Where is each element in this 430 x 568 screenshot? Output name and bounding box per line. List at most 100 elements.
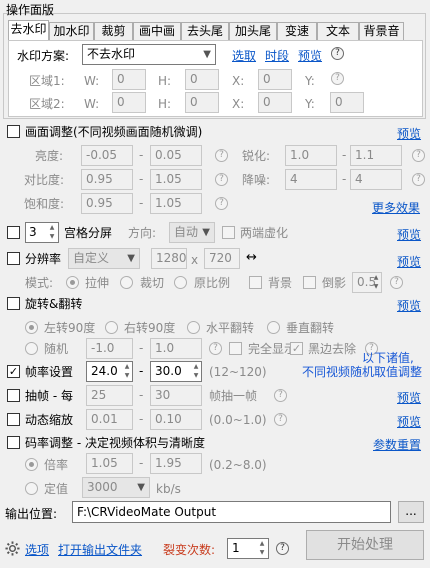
denoise-min-input[interactable]: 4 xyxy=(285,169,337,190)
help-icon[interactable]: ? xyxy=(215,197,228,210)
rotate-right-radio[interactable] xyxy=(105,321,118,334)
extract-a-input[interactable]: 25 xyxy=(86,385,133,406)
sharpen-max-input[interactable]: 1.1 xyxy=(350,145,402,166)
tab-bgm[interactable]: 背景音 xyxy=(359,22,404,41)
tab-remove-watermark[interactable]: 去水印 xyxy=(8,20,49,41)
extract-checkbox[interactable] xyxy=(7,389,20,402)
help-icon[interactable]: ? xyxy=(274,413,287,426)
tab-speed[interactable]: 变速 xyxy=(277,22,317,41)
denoise-max-input[interactable]: 4 xyxy=(350,169,402,190)
output-path-input[interactable]: F:\CRVideoMate Output xyxy=(72,501,391,523)
framerate-min-stepper[interactable]: 24.0 ▲ ▼ xyxy=(86,361,133,382)
extract-preview-link[interactable]: 预览 xyxy=(397,391,421,405)
sharpen-min-input[interactable]: 1.0 xyxy=(285,145,337,166)
help-icon[interactable]: ? xyxy=(412,173,425,186)
region1-w-input[interactable]: 0 xyxy=(112,69,146,90)
help-icon[interactable]: ? xyxy=(276,542,289,555)
tab-pip[interactable]: 画中画 xyxy=(133,22,181,41)
stretch-radio[interactable] xyxy=(66,276,79,289)
full-display-checkbox[interactable] xyxy=(229,342,242,355)
start-button[interactable]: 开始处理 xyxy=(306,530,424,560)
spin-up-icon[interactable]: ▲ xyxy=(371,273,381,282)
resolution-height-input[interactable]: 720 xyxy=(204,248,240,269)
help-icon[interactable]: ? xyxy=(274,389,287,402)
spin-down-icon[interactable]: ▼ xyxy=(47,232,57,241)
rotate-checkbox[interactable] xyxy=(7,297,20,310)
reset-params-link[interactable]: 参数重置 xyxy=(373,438,421,452)
help-icon[interactable]: ? xyxy=(215,173,228,186)
background-checkbox[interactable] xyxy=(249,276,262,289)
bitrate-checkbox[interactable] xyxy=(7,436,20,449)
preview-link[interactable]: 预览 xyxy=(298,49,322,63)
shadow-checkbox[interactable] xyxy=(303,276,316,289)
blur-checkbox[interactable] xyxy=(222,226,235,239)
spin-up-icon[interactable]: ▲ xyxy=(47,223,57,232)
help-icon[interactable]: ? xyxy=(412,149,425,162)
spin-down-icon[interactable]: ▼ xyxy=(122,371,132,380)
tab-trim-ends[interactable]: 去头尾 xyxy=(181,22,229,41)
random-radio[interactable] xyxy=(25,342,38,355)
grid-checkbox[interactable] xyxy=(7,226,20,239)
brightness-max-input[interactable]: 0.05 xyxy=(150,145,202,166)
framerate-checkbox[interactable]: ✓ xyxy=(7,365,20,378)
zoom-min-input[interactable]: 0.01 xyxy=(86,409,133,430)
region2-y-input[interactable]: 0 xyxy=(330,92,364,113)
more-effects-link[interactable]: 更多效果 xyxy=(372,201,420,215)
times-min-input[interactable]: 1.05 xyxy=(86,453,133,474)
saturation-max-input[interactable]: 1.05 xyxy=(150,193,202,214)
select-link[interactable]: 选取 xyxy=(232,49,256,63)
extract-b-input[interactable]: 30 xyxy=(150,385,202,406)
hflip-radio[interactable] xyxy=(187,321,200,334)
adjust-preview-link[interactable]: 预览 xyxy=(397,127,421,141)
region2-h-input[interactable]: 0 xyxy=(185,92,219,113)
region2-w-input[interactable]: 0 xyxy=(112,92,146,113)
random-max-input[interactable]: 1.0 xyxy=(150,338,202,359)
black-edge-checkbox[interactable]: ✓ xyxy=(290,342,303,355)
region1-h-input[interactable]: 0 xyxy=(185,69,219,90)
spin-up-icon[interactable]: ▲ xyxy=(257,539,267,548)
resolution-preview-link[interactable]: 预览 xyxy=(397,255,421,269)
fixed-value-select[interactable]: 3000 ▼ xyxy=(82,477,150,498)
vflip-radio[interactable] xyxy=(267,321,280,334)
zoom-checkbox[interactable] xyxy=(7,413,20,426)
gear-icon[interactable] xyxy=(5,541,20,556)
tab-add-watermark[interactable]: 加水印 xyxy=(49,22,94,41)
browse-button[interactable]: ... xyxy=(398,501,424,523)
scheme-select[interactable]: 不去水印 ▼ xyxy=(82,44,216,65)
help-icon[interactable]: ? xyxy=(331,47,344,60)
direction-select[interactable]: 自动 ▼ xyxy=(169,222,215,243)
shadow-stepper[interactable]: 0.5 ▲ ▼ xyxy=(352,272,382,293)
adjust-checkbox[interactable] xyxy=(7,125,20,138)
resolution-width-input[interactable]: 1280 xyxy=(151,248,187,269)
ratio-radio[interactable] xyxy=(174,276,187,289)
time-link[interactable]: 时段 xyxy=(265,49,289,63)
region2-x-input[interactable]: 0 xyxy=(258,92,292,113)
contrast-min-input[interactable]: 0.95 xyxy=(81,169,133,190)
swap-icon[interactable]: ↔ xyxy=(246,251,257,265)
saturation-min-input[interactable]: 0.95 xyxy=(81,193,133,214)
zoom-max-input[interactable]: 0.10 xyxy=(150,409,202,430)
times-max-input[interactable]: 1.95 xyxy=(150,453,202,474)
spin-down-icon[interactable]: ▼ xyxy=(191,371,201,380)
contrast-max-input[interactable]: 1.05 xyxy=(150,169,202,190)
rotate-left-radio[interactable] xyxy=(25,321,38,334)
split-count-stepper[interactable]: 1 ▲ ▼ xyxy=(227,538,269,559)
tab-crop[interactable]: 裁剪 xyxy=(94,22,133,41)
crop-radio[interactable] xyxy=(120,276,133,289)
zoom-preview-link[interactable]: 预览 xyxy=(397,415,421,429)
spin-down-icon[interactable]: ▼ xyxy=(371,282,381,291)
open-output-folder-link[interactable]: 打开输出文件夹 xyxy=(58,543,142,557)
help-icon[interactable]: ? xyxy=(331,72,344,85)
grid-preview-link[interactable]: 预览 xyxy=(397,228,421,242)
random-min-input[interactable]: -1.0 xyxy=(86,338,133,359)
framerate-max-stepper[interactable]: 30.0 ▲ ▼ xyxy=(150,361,202,382)
rotate-preview-link[interactable]: 预览 xyxy=(397,299,421,313)
help-icon[interactable]: ? xyxy=(390,276,403,289)
tab-add-ends[interactable]: 加头尾 xyxy=(229,22,277,41)
tab-text[interactable]: 文本 xyxy=(317,22,359,41)
spin-up-icon[interactable]: ▲ xyxy=(122,362,132,371)
resolution-mode-select[interactable]: 自定义 ▼ xyxy=(68,248,140,269)
help-icon[interactable]: ? xyxy=(215,149,228,162)
help-icon[interactable]: ? xyxy=(209,342,222,355)
grid-count-stepper[interactable]: 3 ▲ ▼ xyxy=(25,222,59,243)
